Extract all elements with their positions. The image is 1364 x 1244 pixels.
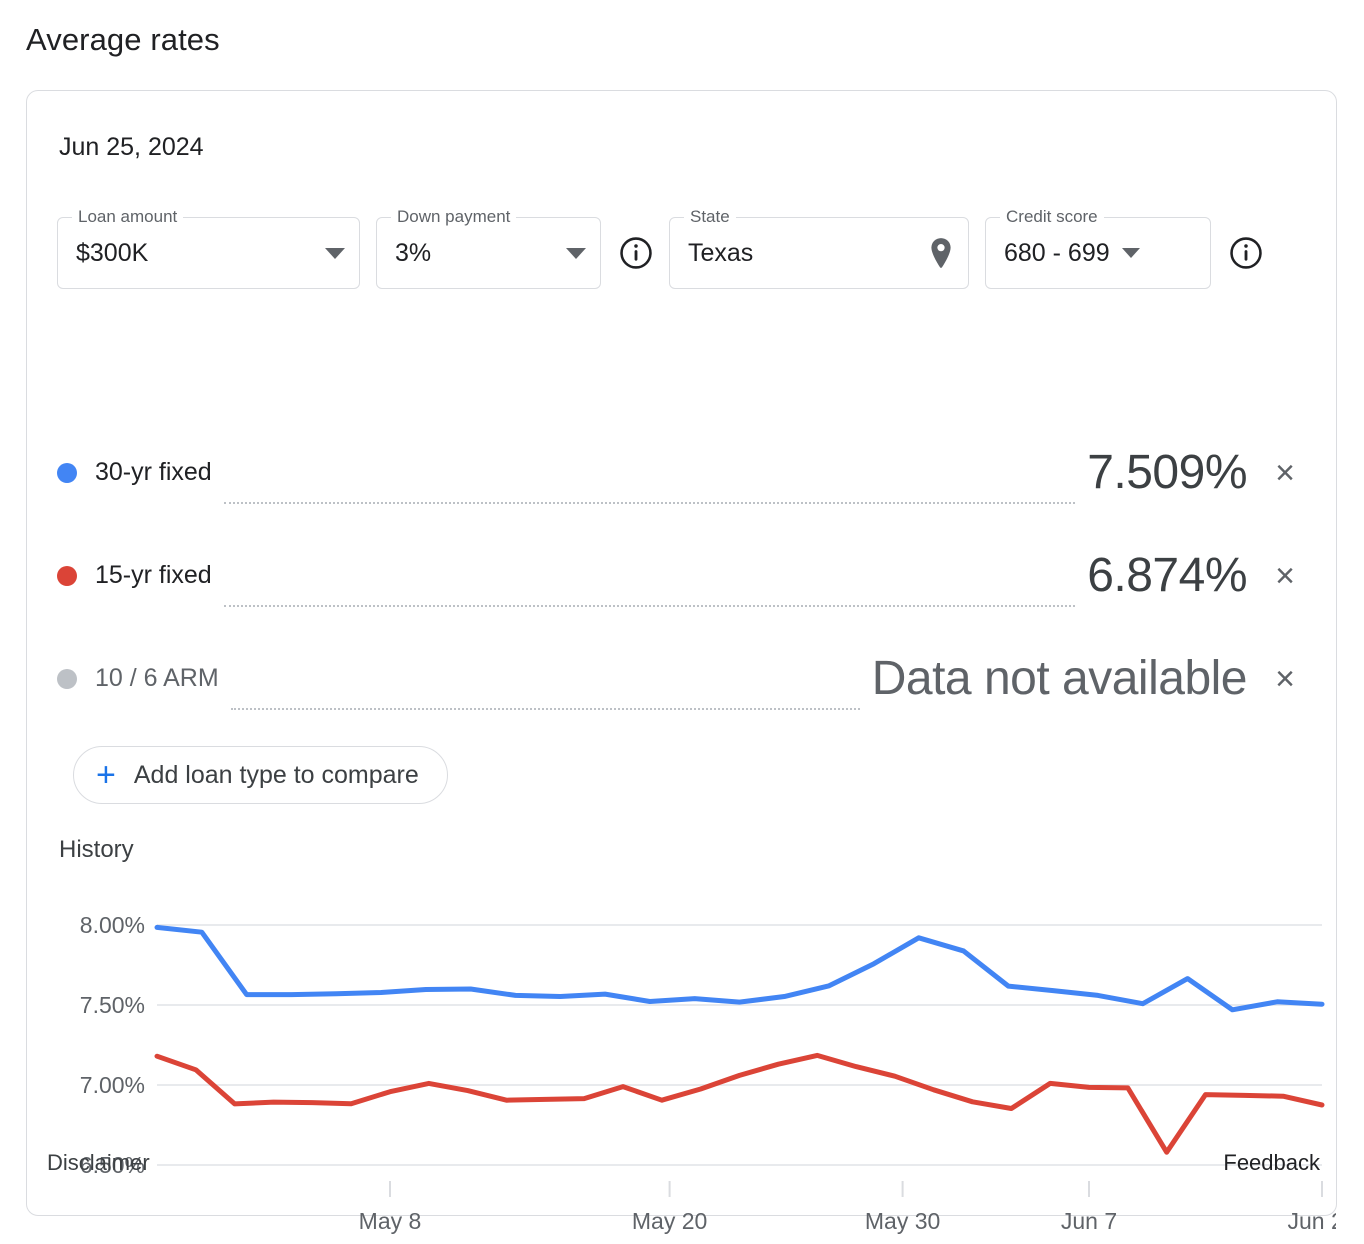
- location-pin-icon: [928, 237, 954, 269]
- rate-label-arm: 10 / 6 ARM: [95, 664, 219, 692]
- loan-amount-label: Loan amount: [72, 207, 184, 227]
- svg-text:May 30: May 30: [865, 1208, 940, 1234]
- series-dot-15yr: [57, 565, 77, 586]
- series-dot-arm: [57, 668, 77, 689]
- rate-value-15yr: 6.874%: [1087, 549, 1247, 602]
- rate-row-arm: 10 / 6 ARM Data not available ×: [57, 627, 1307, 730]
- svg-text:May 8: May 8: [359, 1208, 422, 1234]
- credit-score-info-icon[interactable]: [1229, 236, 1263, 270]
- rate-value-arm: Data not available: [871, 652, 1248, 705]
- down-payment-label: Down payment: [391, 207, 517, 227]
- rate-row-30yr: 30-yr fixed 7.509% ×: [57, 421, 1307, 524]
- loan-amount-value: $300K: [76, 238, 149, 267]
- svg-text:7.00%: 7.00%: [80, 1072, 145, 1098]
- plus-icon: +: [96, 756, 116, 794]
- svg-text:Jun 24: Jun 24: [1287, 1208, 1336, 1234]
- add-loan-type-label: Add loan type to compare: [133, 760, 419, 789]
- series-dot-30yr: [57, 462, 77, 483]
- rate-label-15yr: 15-yr fixed: [95, 561, 212, 589]
- rate-value-30yr: 7.509%: [1087, 446, 1247, 499]
- credit-score-value: 680 - 699: [1004, 238, 1110, 267]
- rate-row-15yr: 15-yr fixed 6.874% ×: [57, 524, 1307, 627]
- state-value: Texas: [688, 238, 754, 267]
- leader-line: [230, 708, 860, 710]
- chevron-down-icon: [566, 247, 586, 259]
- down-payment-info-icon[interactable]: [619, 236, 653, 270]
- remove-15yr-button[interactable]: ×: [1263, 559, 1307, 593]
- average-rates-page: Average rates Jun 25, 2024 Loan amount $…: [0, 0, 1364, 1244]
- credit-score-select[interactable]: Credit score 680 - 699: [985, 207, 1211, 289]
- svg-text:May 20: May 20: [632, 1208, 707, 1234]
- feedback-link[interactable]: Feedback: [1223, 1150, 1320, 1176]
- filters-row: Loan amount $300K Down payment 3% State …: [57, 207, 1263, 289]
- chevron-down-icon: [1121, 248, 1140, 258]
- svg-text:Jun 7: Jun 7: [1061, 1208, 1117, 1234]
- add-loan-type-button[interactable]: + Add loan type to compare: [73, 746, 448, 804]
- chevron-down-icon: [325, 247, 345, 259]
- svg-text:8.00%: 8.00%: [80, 912, 145, 938]
- down-payment-value: 3%: [395, 238, 432, 267]
- rate-rows: 30-yr fixed 7.509% × 15-yr fixed 6.874% …: [57, 421, 1307, 730]
- state-label: State: [684, 207, 736, 227]
- average-rates-card: Jun 25, 2024 Loan amount $300K Down paym…: [26, 90, 1338, 1234]
- state-select[interactable]: State Texas: [669, 207, 969, 289]
- down-payment-select[interactable]: Down payment 3%: [376, 207, 601, 289]
- leader-line: [223, 502, 1076, 504]
- credit-score-label: Credit score: [1000, 207, 1104, 227]
- svg-text:7.50%: 7.50%: [80, 992, 145, 1018]
- disclaimer-link[interactable]: Disclaimer: [47, 1150, 150, 1176]
- leader-line: [223, 605, 1076, 607]
- history-title: History: [59, 836, 134, 863]
- card-footer: Disclaimer Feedback: [27, 1136, 1338, 1196]
- remove-arm-button[interactable]: ×: [1263, 662, 1307, 696]
- page-title: Average rates: [26, 22, 220, 57]
- loan-amount-select[interactable]: Loan amount $300K: [57, 207, 360, 289]
- rates-date: Jun 25, 2024: [59, 133, 204, 161]
- rate-label-30yr: 30-yr fixed: [95, 458, 212, 486]
- remove-30yr-button[interactable]: ×: [1263, 456, 1307, 490]
